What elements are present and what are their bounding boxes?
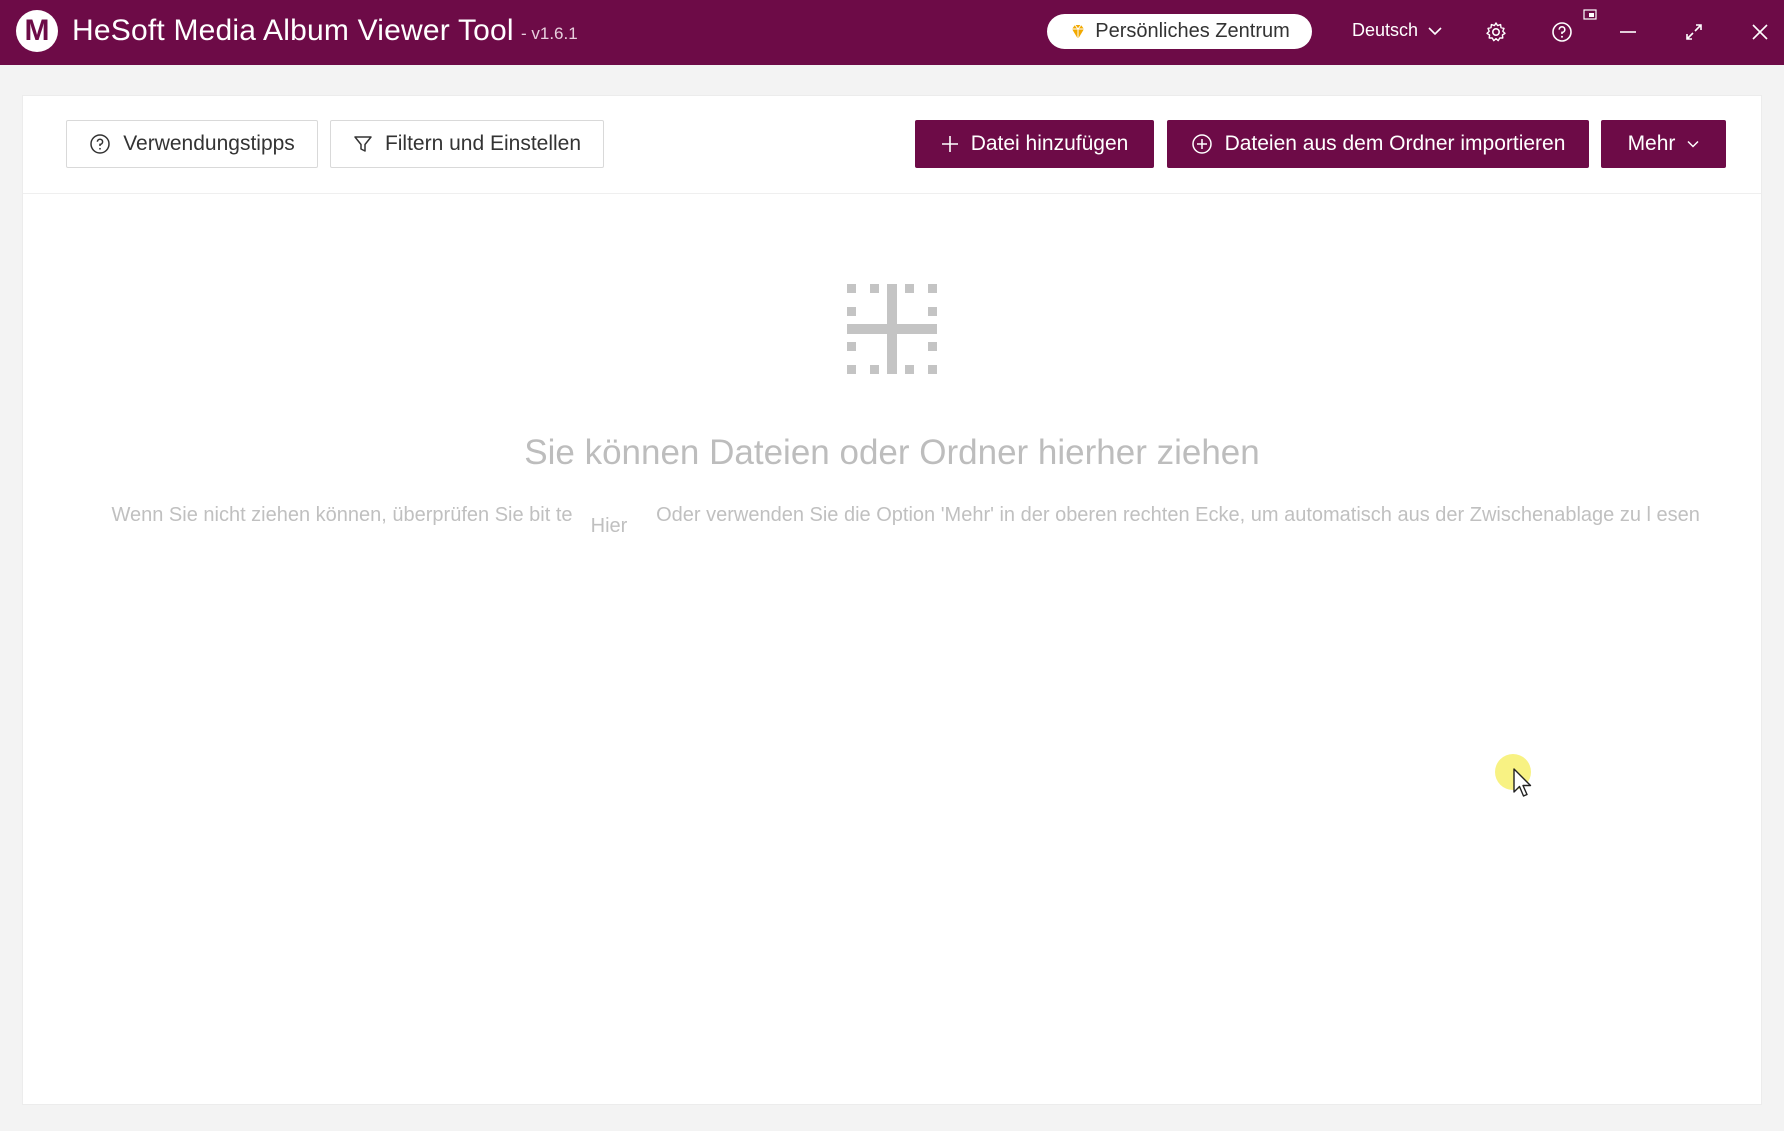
window-mode-button[interactable]: [1580, 4, 1600, 24]
gear-icon: [1486, 22, 1506, 42]
mouse-cursor-icon: [1513, 768, 1532, 797]
usage-tips-button[interactable]: Verwendungstipps: [66, 120, 318, 168]
drop-hint-link[interactable]: Hier: [579, 515, 639, 538]
import-folder-button[interactable]: Dateien aus dem Ordner importieren: [1167, 120, 1589, 168]
plus-circle-icon: [1191, 134, 1212, 154]
maximize-button[interactable]: [1678, 16, 1710, 48]
app-title: HeSoft Media Album Viewer Tool: [72, 14, 514, 47]
personal-center-label: Persönliches Zentrum: [1095, 20, 1290, 42]
drop-hint-left: Wenn Sie nicht ziehen können, überprüfen…: [111, 504, 573, 526]
close-icon: [1752, 24, 1768, 40]
close-button[interactable]: [1744, 16, 1776, 48]
minimize-icon: [1620, 31, 1636, 33]
import-folder-label: Dateien aus dem Ordner importieren: [1224, 132, 1566, 155]
drop-zone-title: Sie können Dateien oder Ordner hierher z…: [524, 433, 1260, 472]
add-file-label: Datei hinzufügen: [970, 132, 1129, 155]
more-label: Mehr: [1627, 132, 1676, 155]
toolbar-divider: [23, 193, 1761, 194]
main-panel: Verwendungstipps Filtern und Einstellen …: [22, 95, 1762, 1105]
plus-icon: [941, 136, 958, 152]
window-icon: [1583, 9, 1597, 20]
settings-button[interactable]: [1480, 16, 1512, 48]
filter-settings-label: Filtern und Einstellen: [384, 132, 582, 155]
help-icon: [90, 134, 110, 154]
title-bar: M HeSoft Media Album Viewer Tool - v1.6.…: [0, 0, 1784, 65]
drop-zone-icon: [847, 284, 937, 374]
drop-hint-right: Oder verwenden Sie die Option 'Mehr' in …: [656, 504, 1700, 526]
help-icon: [1552, 22, 1572, 42]
app-version: - v1.6.1: [521, 24, 578, 43]
app-logo: M: [16, 10, 58, 52]
minimize-button[interactable]: [1612, 16, 1644, 48]
help-button[interactable]: [1546, 16, 1578, 48]
chevron-down-icon: [1428, 26, 1442, 35]
add-file-button[interactable]: Datei hinzufügen: [915, 120, 1154, 168]
filter-settings-button[interactable]: Filtern und Einstellen: [330, 120, 604, 168]
personal-center-button[interactable]: Persönliches Zentrum: [1047, 14, 1312, 49]
gem-icon: [1072, 24, 1085, 39]
filter-icon: [354, 136, 372, 152]
chevron-down-icon: [1687, 140, 1699, 148]
language-select[interactable]: Deutsch: [1352, 20, 1442, 41]
usage-tips-label: Verwendungstipps: [123, 132, 295, 155]
language-label: Deutsch: [1352, 20, 1419, 40]
maximize-icon: [1686, 24, 1702, 40]
more-button[interactable]: Mehr: [1601, 120, 1726, 168]
